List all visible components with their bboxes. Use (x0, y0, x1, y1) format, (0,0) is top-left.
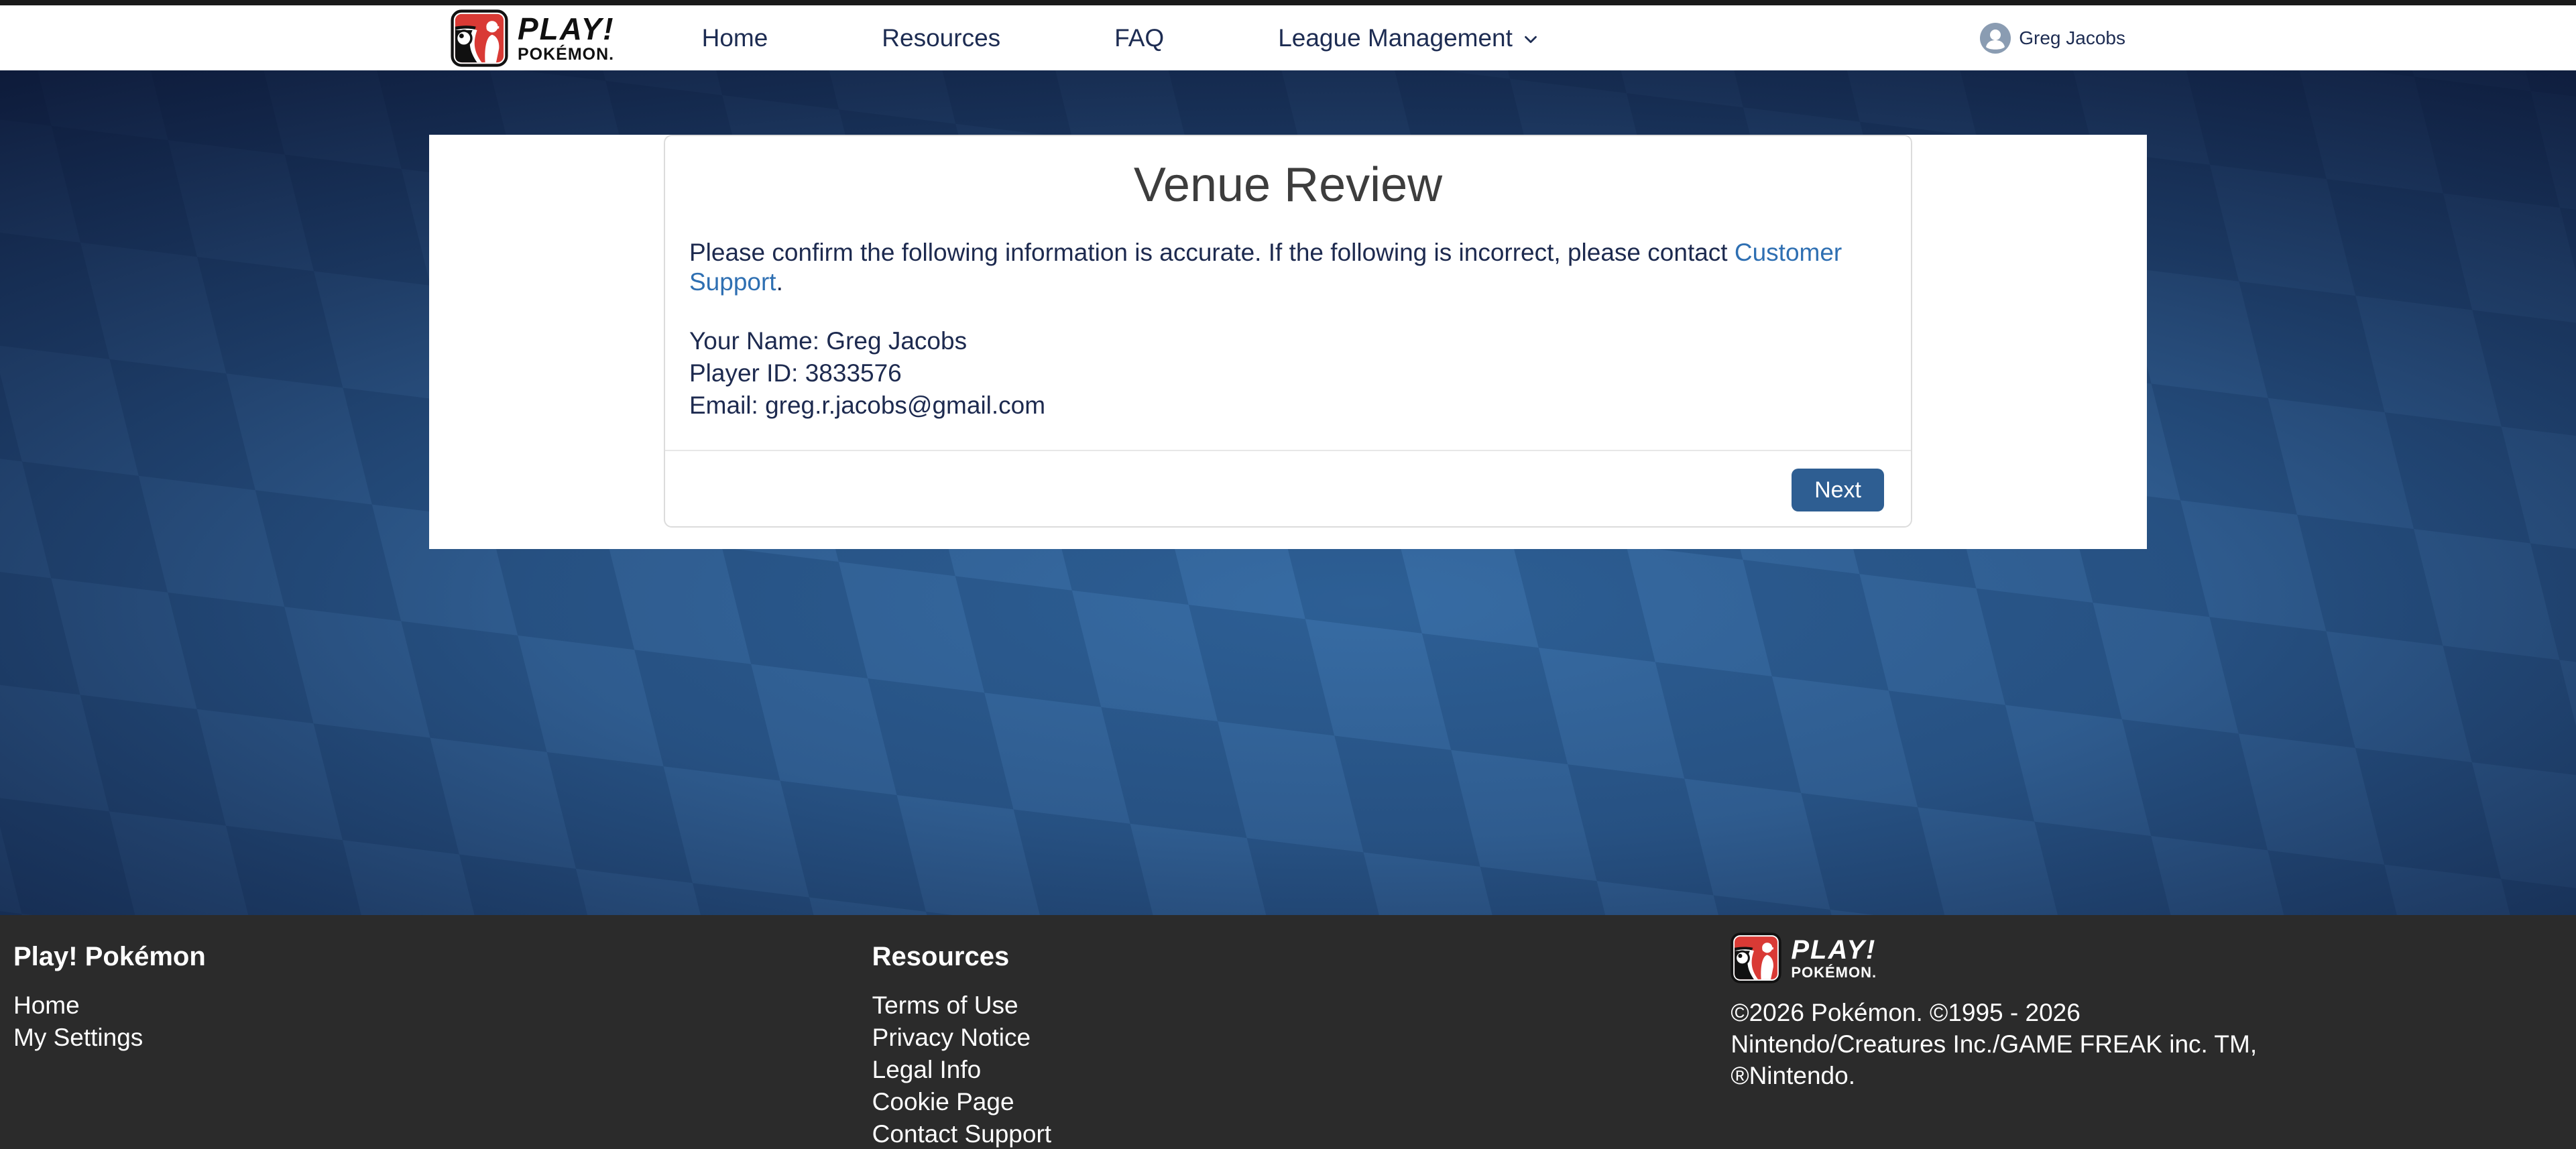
chevron-down-icon (1521, 29, 1541, 50)
footer-heading-resources: Resources (872, 942, 1718, 971)
copyright-text: ©2026 Pokémon. ©1995 - 2026 Nintendo/Cre… (1731, 997, 2576, 1091)
play-pokemon-logo[interactable]: PLAY! POKÉMON. (451, 9, 615, 67)
checkered-background: Venue Review Please confirm the followin… (0, 70, 2576, 915)
player-info: Your Name: Greg Jacobs Player ID: 383357… (689, 325, 1887, 422)
nav-item-resources[interactable]: Resources (882, 24, 1000, 52)
logo-play-text: PLAY! (518, 13, 615, 44)
footer-column-brand: PLAY! POKÉMON. ©2026 Pokémon. ©1995 - 20… (1717, 942, 2576, 1149)
intro-text: Please confirm the following information… (689, 238, 1887, 297)
user-name: Greg Jacobs (2019, 27, 2125, 49)
footer-link-cookie-page[interactable]: Cookie Page (872, 1088, 1014, 1115)
page-title: Venue Review (689, 156, 1887, 214)
nav-item-faq[interactable]: FAQ (1114, 24, 1164, 52)
footer-link-terms-of-use[interactable]: Terms of Use (872, 991, 1018, 1019)
top-navbar: PLAY! POKÉMON. Home Resources FAQ League… (0, 5, 2576, 70)
main-navigation: Home Resources FAQ League Management (702, 24, 1541, 52)
next-button[interactable]: Next (1792, 469, 1884, 511)
player-email-line: Email: greg.r.jacobs@gmail.com (689, 389, 1887, 422)
footer-heading-play-pokemon: Play! Pokémon (13, 942, 859, 971)
footer-link-privacy-notice[interactable]: Privacy Notice (872, 1024, 1031, 1051)
nav-item-home[interactable]: Home (702, 24, 768, 52)
venue-review-card: Venue Review Please confirm the followin… (664, 135, 1912, 528)
logo-pokemon-text: POKÉMON. (518, 46, 615, 63)
footer-link-contact-support[interactable]: Contact Support (872, 1120, 1051, 1148)
top-black-strip (0, 0, 2576, 5)
nav-item-league-management[interactable]: League Management (1278, 24, 1541, 52)
footer-column-play-pokemon: Play! Pokémon Home My Settings (0, 942, 859, 1149)
user-menu[interactable]: Greg Jacobs (1980, 23, 2125, 54)
avatar-icon (1980, 23, 2011, 54)
pokeball-badge-icon (451, 9, 508, 67)
player-name-line: Your Name: Greg Jacobs (689, 325, 1887, 357)
pokeball-badge-icon (1731, 932, 1781, 983)
footer-column-resources: Resources Terms of Use Privacy Notice Le… (859, 942, 1718, 1149)
logo-pokemon-text: POKÉMON. (1791, 965, 1877, 980)
footer-link-home[interactable]: Home (13, 991, 80, 1019)
footer-link-legal-info[interactable]: Legal Info (872, 1056, 982, 1083)
logo-play-text: PLAY! (1791, 936, 1877, 963)
footer-link-my-settings[interactable]: My Settings (13, 1024, 143, 1051)
card-actions: Next (665, 451, 1911, 526)
footer-play-pokemon-logo: PLAY! POKÉMON. (1731, 932, 2576, 983)
content-wrapper: Venue Review Please confirm the followin… (429, 135, 2147, 549)
site-footer: Play! Pokémon Home My Settings Resources… (0, 915, 2576, 1149)
player-id-line: Player ID: 3833576 (689, 357, 1887, 389)
